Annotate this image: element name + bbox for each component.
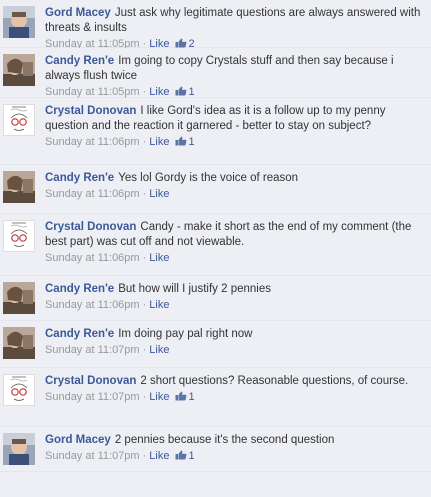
comment-author-link[interactable]: Candy Ren'e (45, 328, 114, 340)
thumbs-up-icon[interactable] (175, 391, 187, 401)
comment-item: Candy Ren'e Im going to copy Crystals stu… (0, 48, 431, 98)
comment-author-link[interactable]: Candy Ren'e (45, 283, 114, 295)
meta-separator: · (142, 299, 147, 311)
comment-feed: Gord Macey Just ask why legitimate questi… (0, 0, 431, 472)
meta-separator: · (142, 344, 147, 356)
comment-item: Gord Macey Just ask why legitimate questi… (0, 0, 431, 50)
comment-item: Candy Ren'e But how will I justify 2 penn… (0, 276, 431, 321)
comment-timestamp[interactable]: Sunday at 11:06pm (45, 252, 140, 264)
candy-avatar[interactable] (3, 327, 35, 359)
comment-author-link[interactable]: Candy Ren'e (45, 172, 114, 184)
candy-avatar[interactable] (3, 282, 35, 314)
comment-body: Candy Ren'e But how will I justify 2 penn… (45, 282, 425, 297)
like-count[interactable]: 1 (188, 86, 194, 98)
comment-meta: Sunday at 11:07pm · Like 1 (45, 449, 425, 464)
comment-item: Crystal Donovan Candy - make it short as … (0, 214, 431, 276)
comment-author-link[interactable]: Gord Macey (45, 434, 111, 446)
comment-item: Crystal Donovan 2 short questions? Reason… (0, 368, 431, 427)
comment-item: Gord Macey 2 pennies because it's the sec… (0, 427, 431, 472)
comment-author-link[interactable]: Candy Ren'e (45, 55, 114, 67)
comment-meta: Sunday at 11:07pm · Like (45, 343, 425, 358)
comment-body: Candy Ren'e Im going to copy Crystals stu… (45, 54, 425, 84)
comment-meta: Sunday at 11:06pm · Like (45, 187, 425, 202)
thumbs-up-icon[interactable] (175, 136, 187, 146)
comment-timestamp[interactable]: Sunday at 11:06pm (45, 188, 140, 200)
crystal-avatar[interactable] (3, 220, 35, 252)
thumbs-up-icon[interactable] (175, 450, 187, 460)
gord-avatar[interactable] (3, 433, 35, 465)
comment-timestamp[interactable]: Sunday at 11:05pm (45, 86, 140, 98)
comment-body: Gord Macey 2 pennies because it's the sec… (45, 433, 425, 448)
gord-avatar[interactable] (3, 6, 35, 38)
like-link[interactable]: Like (149, 450, 169, 462)
comment-meta: Sunday at 11:06pm · Like (45, 251, 425, 266)
comment-item: Crystal Donovan I like Gord's idea as it … (0, 98, 431, 165)
crystal-avatar[interactable] (3, 374, 35, 406)
comment-author-link[interactable]: Gord Macey (45, 7, 111, 19)
like-count[interactable]: 1 (188, 450, 194, 462)
like-link[interactable]: Like (149, 344, 169, 356)
comment-timestamp[interactable]: Sunday at 11:07pm (45, 391, 140, 403)
comment-meta: Sunday at 11:06pm · Like (45, 298, 425, 313)
comment-meta: Sunday at 11:07pm · Like 1 (45, 390, 425, 405)
thumbs-up-icon[interactable] (175, 38, 187, 48)
comment-text: 2 short questions? Reasonable questions,… (140, 375, 409, 387)
like-link[interactable]: Like (149, 136, 169, 148)
like-link[interactable]: Like (149, 299, 169, 311)
meta-separator: · (142, 136, 147, 148)
like-link[interactable]: Like (149, 391, 169, 403)
comment-meta: Sunday at 11:06pm · Like 1 (45, 135, 425, 150)
comment-item: Candy Ren'e Im doing pay pal right now Su… (0, 321, 431, 368)
comment-body: Crystal Donovan I like Gord's idea as it … (45, 104, 425, 134)
comment-item: Candy Ren'e Yes lol Gordy is the voice of… (0, 165, 431, 214)
like-link[interactable]: Like (149, 86, 169, 98)
like-link[interactable]: Like (149, 188, 169, 200)
comment-body: Candy Ren'e Im doing pay pal right now (45, 327, 425, 342)
comment-text: Im doing pay pal right now (118, 328, 253, 340)
comment-timestamp[interactable]: Sunday at 11:06pm (45, 299, 140, 311)
meta-separator: · (142, 86, 147, 98)
comment-text: Yes lol Gordy is the voice of reason (118, 172, 299, 184)
comment-body: Crystal Donovan Candy - make it short as … (45, 220, 425, 250)
candy-avatar[interactable] (3, 171, 35, 203)
comment-body: Candy Ren'e Yes lol Gordy is the voice of… (45, 171, 425, 186)
like-link[interactable]: Like (149, 252, 169, 264)
meta-separator: · (142, 252, 147, 264)
comment-author-link[interactable]: Crystal Donovan (45, 105, 136, 117)
meta-separator: · (142, 450, 147, 462)
comment-author-link[interactable]: Crystal Donovan (45, 221, 136, 233)
like-count[interactable]: 1 (188, 136, 194, 148)
meta-separator: · (142, 188, 147, 200)
thumbs-up-icon[interactable] (175, 86, 187, 96)
candy-avatar[interactable] (3, 54, 35, 86)
crystal-avatar[interactable] (3, 104, 35, 136)
comment-author-link[interactable]: Crystal Donovan (45, 375, 136, 387)
meta-separator: · (142, 391, 147, 403)
comment-timestamp[interactable]: Sunday at 11:06pm (45, 136, 140, 148)
comment-timestamp[interactable]: Sunday at 11:07pm (45, 344, 140, 356)
comment-text: 2 pennies because it's the second questi… (114, 434, 335, 446)
comment-timestamp[interactable]: Sunday at 11:07pm (45, 450, 140, 462)
comment-text: But how will I justify 2 pennies (118, 283, 271, 295)
comment-body: Gord Macey Just ask why legitimate questi… (45, 6, 425, 36)
like-count[interactable]: 1 (188, 391, 194, 403)
comment-body: Crystal Donovan 2 short questions? Reason… (45, 374, 425, 389)
